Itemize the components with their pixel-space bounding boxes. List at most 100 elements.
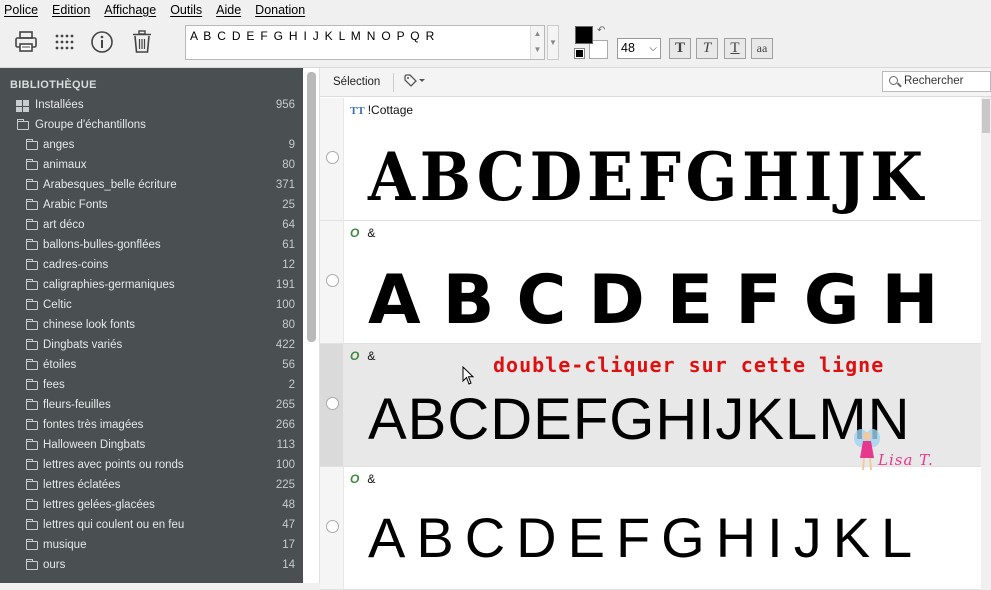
sidebar-item-count: 9: [288, 139, 295, 151]
font-sample: ABCDEFGHIJKL: [368, 506, 924, 569]
sidebar-item-label: ours: [43, 559, 66, 571]
menu-aide[interactable]: Aide: [216, 3, 241, 17]
sidebar-item-folder[interactable]: lettres éclatées 225: [0, 476, 303, 496]
folder-icon: [26, 239, 38, 250]
sidebar-item-count: 25: [282, 199, 295, 211]
search-input[interactable]: Rechercher: [882, 71, 991, 92]
sidebar-item-folder[interactable]: Arabesques_belle écriture 371: [0, 176, 303, 196]
folder-icon: [26, 339, 38, 350]
chevron-down-icon: ⌵: [649, 43, 657, 54]
sidebar-item-folder[interactable]: musique 17: [0, 536, 303, 556]
font-list-scrollbar[interactable]: [981, 97, 991, 583]
folder-icon: [26, 159, 38, 170]
italic-button[interactable]: T: [696, 38, 718, 59]
sidebar-scrollbar[interactable]: [303, 68, 320, 583]
menu-affichage[interactable]: Affichage: [104, 3, 156, 17]
sidebar-item-folder[interactable]: lettres qui coulent ou en feu 47: [0, 516, 303, 536]
folder-icon: [26, 199, 38, 210]
reset-colors-icon[interactable]: [574, 48, 585, 59]
sidebar-item-folder[interactable]: lettres gelées-glacées 48: [0, 496, 303, 516]
folder-icon: [26, 459, 38, 470]
grid-dots-icon[interactable]: [51, 29, 77, 55]
menu-edition[interactable]: Edition: [52, 3, 90, 17]
sidebar-item-folder[interactable]: fleurs-feuilles 265: [0, 396, 303, 416]
opentype-icon: O: [350, 472, 360, 486]
preview-history-dropdown[interactable]: ▼: [547, 25, 559, 60]
sidebar-item-folder[interactable]: art déco 64: [0, 216, 303, 236]
sidebar-item-folder[interactable]: cadres-coins 12: [0, 256, 303, 276]
sidebar-item-folder[interactable]: fees 2: [0, 376, 303, 396]
underline-button[interactable]: T: [724, 38, 746, 59]
sidebar-item-count: 80: [282, 159, 295, 171]
case-button[interactable]: aa: [751, 38, 773, 59]
sidebar-item-label: fleurs-feuilles: [43, 399, 111, 411]
bold-button[interactable]: T: [669, 38, 691, 59]
sidebar-item-folder[interactable]: fontes très imagées 266: [0, 416, 303, 436]
sidebar-item-count: 61: [282, 239, 295, 251]
printer-icon[interactable]: [13, 29, 39, 55]
tag-filter-button[interactable]: [404, 74, 426, 91]
font-size-value: 48: [621, 41, 635, 55]
sidebar-item-folder[interactable]: Arabic Fonts 25: [0, 196, 303, 216]
sidebar-item-folder[interactable]: ballons-bulles-gonflées 61: [0, 236, 303, 256]
folder-icon: [17, 119, 29, 130]
sidebar-item-folder[interactable]: ours 14: [0, 556, 303, 576]
font-select-radio[interactable]: [326, 151, 339, 164]
menu-police[interactable]: Police: [4, 3, 38, 17]
sidebar-item-label: Groupe d'échantillons: [35, 119, 146, 131]
sidebar-item-folder[interactable]: chinese look fonts 80: [0, 316, 303, 336]
sidebar-item-folder[interactable]: étoiles 56: [0, 356, 303, 376]
font-list-scroll-thumb[interactable]: [982, 99, 990, 133]
library-sidebar: BIBLIOTHÈQUE Installées 956 Groupe d'éch…: [0, 68, 303, 583]
preview-scrollbar[interactable]: ▲ ▼: [530, 26, 544, 59]
folder-icon: [26, 299, 38, 310]
menu-outils[interactable]: Outils: [170, 3, 202, 17]
sidebar-item-label: Dingbats variés: [43, 339, 123, 351]
menu-donation[interactable]: Donation: [255, 3, 305, 17]
sidebar-item-label: caligraphies-germaniques: [43, 279, 175, 291]
preview-text-input[interactable]: A B C D E F G H I J K L M N O P Q R ▲ ▼: [185, 25, 545, 60]
sidebar-item-folder[interactable]: lettres avec points ou ronds 100: [0, 456, 303, 476]
toolbar: A B C D E F G H I J K L M N O P Q R ▲ ▼ ▼…: [0, 19, 991, 68]
sidebar-item-groupe[interactable]: Groupe d'échantillons: [0, 116, 303, 136]
font-sample: ABCDEFGH: [368, 261, 961, 340]
sidebar-item-label: ballons-bulles-gonflées: [43, 239, 161, 251]
sidebar-item-folder[interactable]: animaux 80: [0, 156, 303, 176]
font-select-radio[interactable]: [326, 520, 339, 533]
sidebar-item-count: 371: [275, 179, 295, 191]
header-divider: [393, 73, 394, 92]
sidebar-item-label: Celtic: [43, 299, 72, 311]
font-select-radio[interactable]: [326, 397, 339, 410]
sidebar-item-folder[interactable]: Dingbats variés 422: [0, 336, 303, 356]
sidebar-item-count: 48: [282, 499, 295, 511]
sidebar-item-folder[interactable]: anges 9: [0, 136, 303, 156]
font-select-radio[interactable]: [326, 274, 339, 287]
font-row-ampersand-1[interactable]: O & ABCDEFGH: [320, 221, 981, 344]
font-size-select[interactable]: 48 ⌵: [617, 38, 661, 59]
sidebar-title: BIBLIOTHÈQUE: [10, 79, 97, 91]
sidebar-item-label: lettres qui coulent ou en feu: [43, 519, 185, 531]
sidebar-item-installees[interactable]: Installées 956: [0, 96, 303, 116]
folder-icon: [26, 479, 38, 490]
sidebar-item-count: 265: [275, 399, 295, 411]
sidebar-item-count: 80: [282, 319, 295, 331]
trash-icon[interactable]: [129, 29, 155, 55]
sidebar-item-folder[interactable]: Celtic 100: [0, 296, 303, 316]
selection-button[interactable]: Sélection: [333, 76, 380, 88]
swap-colors-icon[interactable]: ↶: [597, 25, 605, 36]
font-row-cottage[interactable]: TT !Cottage ABCDEFGHIJK: [320, 98, 981, 221]
truetype-icon: TT: [350, 105, 365, 117]
font-sample: ABCDEFGHIJK: [368, 138, 928, 216]
mouse-cursor-icon: [462, 365, 476, 391]
foreground-color-swatch[interactable]: [575, 26, 593, 44]
sidebar-item-folder[interactable]: Halloween Dingbats 113: [0, 436, 303, 456]
sidebar-scroll-thumb[interactable]: [307, 72, 316, 342]
tag-icon: [404, 74, 425, 87]
sidebar-item-folder[interactable]: caligraphies-germaniques 191: [0, 276, 303, 296]
font-name: O &: [350, 226, 376, 240]
folder-icon: [26, 539, 38, 550]
font-row-ampersand-3[interactable]: O & ABCDEFGHIJKL: [320, 467, 981, 590]
sidebar-item-label: anges: [43, 139, 75, 151]
info-icon[interactable]: [89, 29, 115, 55]
menu-bar: Police Edition Affichage Outils Aide Don…: [0, 0, 991, 19]
